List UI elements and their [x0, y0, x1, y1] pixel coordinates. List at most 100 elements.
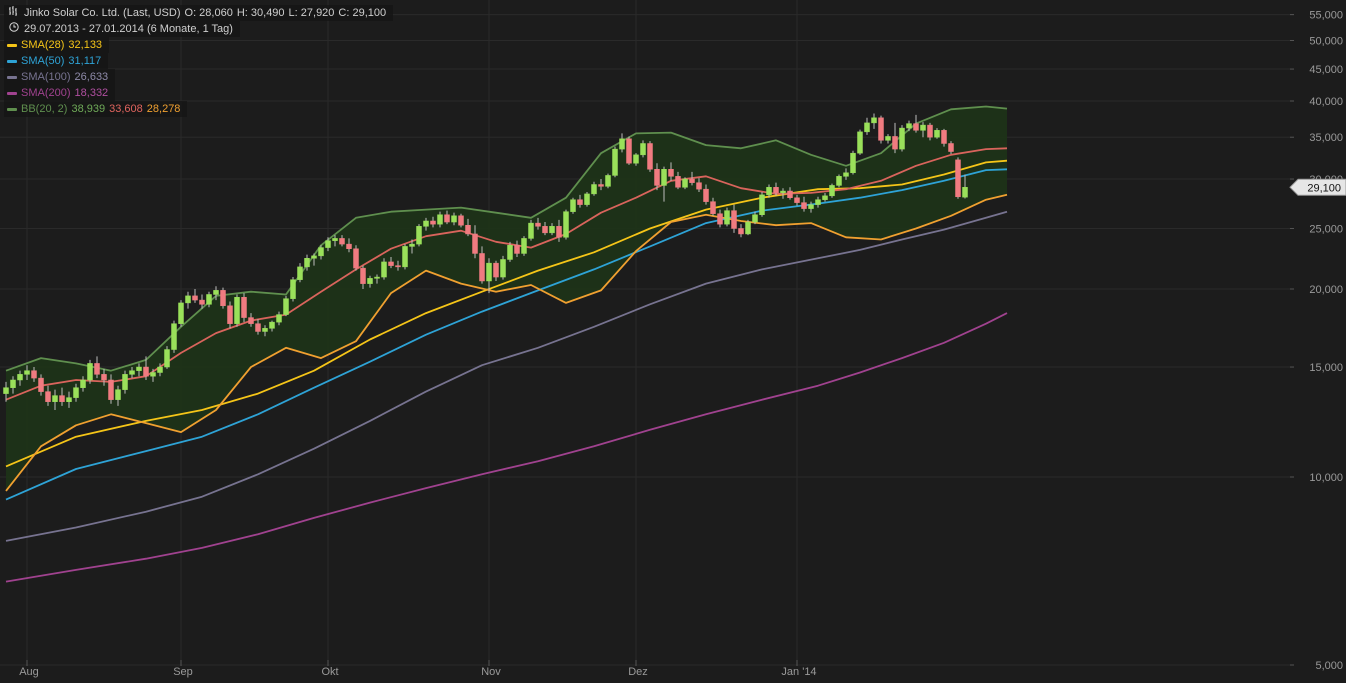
- candle-body-down: [556, 226, 562, 238]
- candle-body-down: [220, 290, 226, 307]
- candle-body-up: [52, 395, 58, 402]
- candle-body-down: [696, 182, 702, 190]
- candle-body-up: [297, 266, 303, 280]
- candle-body-up: [234, 297, 240, 324]
- candlestick: [164, 346, 170, 369]
- candle-body-up: [752, 214, 758, 223]
- legend-value: 26,633: [74, 71, 109, 83]
- candle-body-up: [367, 278, 373, 284]
- candle-body-up: [605, 175, 611, 187]
- legend-value: 18,332: [74, 87, 109, 99]
- candle-body-down: [913, 123, 919, 131]
- candlestick: [829, 183, 835, 198]
- legend-swatch: [7, 91, 17, 95]
- candle-body-up: [549, 226, 555, 234]
- candle-body-down: [941, 130, 947, 144]
- candle-body-up: [871, 117, 877, 124]
- candle-body-down: [731, 210, 737, 229]
- legend-value: 33,608: [109, 103, 143, 115]
- candle-body-up: [24, 370, 30, 375]
- candle-body-down: [668, 169, 674, 177]
- candle-body-down: [948, 143, 954, 152]
- y-tick-label: 25,000: [1309, 223, 1343, 235]
- legend-item[interactable]: SMA(200) 18,332: [4, 85, 116, 101]
- candlestick: [402, 244, 408, 270]
- candle-body-up: [815, 199, 821, 205]
- candle-body-down: [479, 253, 485, 282]
- candle-body-up: [164, 349, 170, 368]
- range-row: 29.07.2013 - 27.01.2014 (6 Monate, 1 Tag…: [4, 21, 240, 37]
- candlestick: [353, 245, 359, 271]
- candlestick: [864, 117, 870, 135]
- candle-body-up: [962, 187, 968, 198]
- candle-body-down: [199, 299, 205, 305]
- candle-body-up: [507, 245, 513, 260]
- candle-body-down: [31, 370, 37, 379]
- candlestick: [87, 359, 93, 384]
- candle-body-up: [521, 238, 527, 254]
- candle-body-up: [808, 204, 814, 209]
- candlestick: [745, 219, 751, 236]
- legend-value: 38,939: [71, 103, 106, 115]
- candle-body-down: [458, 215, 464, 226]
- candle-body-up: [864, 122, 870, 133]
- candle-body-down: [388, 261, 394, 266]
- candlestick: [612, 146, 618, 178]
- bollinger-band-area: [6, 106, 1007, 491]
- candlestick: [913, 114, 919, 133]
- candle-body-up: [885, 136, 891, 141]
- legend-item[interactable]: SMA(50) 31,117: [4, 53, 109, 69]
- open-value: O: 28,060: [184, 7, 233, 19]
- x-tick-label: Jan '14: [781, 666, 816, 678]
- candle-body-up: [724, 210, 730, 225]
- date-range: 29.07.2013 - 27.01.2014 (6 Monate, 1 Tag…: [24, 23, 233, 35]
- y-axis: 55,00050,00045,00040,00035,00030,00025,0…: [1290, 10, 1343, 672]
- x-axis: Aug Sep Okt Nov Dez Jan '14: [19, 660, 817, 678]
- legend-item[interactable]: BB(20, 2) 38,939 33,608 28,278: [4, 101, 188, 117]
- bar-chart-icon: [7, 5, 20, 21]
- legend-item[interactable]: SMA(100) 26,633: [4, 69, 116, 85]
- candle-body-down: [675, 176, 681, 188]
- candle-body-up: [563, 211, 569, 238]
- bollinger-band-fill: [6, 106, 1007, 491]
- candlestick: [584, 191, 590, 207]
- candle-body-up: [640, 143, 646, 156]
- candle-body-up: [213, 290, 219, 295]
- candlestick: [647, 141, 653, 172]
- candle-body-up: [171, 323, 177, 350]
- candlestick: [955, 157, 961, 199]
- candle-body-down: [227, 305, 233, 324]
- legend-value: 28,278: [146, 103, 181, 115]
- candle-body-up: [843, 172, 849, 177]
- candle-body-down: [472, 233, 478, 254]
- candle-body-up: [850, 152, 856, 174]
- candle-body-down: [955, 159, 961, 198]
- candlestick: [241, 293, 247, 323]
- candle-body-down: [703, 188, 709, 202]
- candle-body-up: [619, 138, 625, 150]
- legend-item[interactable]: SMA(28) 32,133: [4, 37, 110, 53]
- candlestick: [738, 224, 744, 238]
- candle-body-down: [717, 213, 723, 225]
- candle-body-up: [325, 240, 331, 248]
- legend-value: 32,133: [68, 39, 103, 51]
- candle-body-down: [346, 243, 352, 249]
- candlestick: [220, 287, 226, 309]
- candle-body-up: [822, 195, 828, 200]
- candle-body-down: [241, 297, 247, 318]
- candlestick: [878, 115, 884, 144]
- candle-body-down: [626, 138, 632, 164]
- candle-body-up: [262, 328, 268, 332]
- last-price-marker: 29,100: [1289, 178, 1346, 196]
- candle-body-down: [248, 317, 254, 324]
- y-tick-label: 15,000: [1309, 362, 1343, 374]
- candle-body-up: [332, 238, 338, 241]
- candle-body-up: [836, 176, 842, 186]
- candle-body-up: [290, 279, 296, 299]
- candle-body-up: [584, 193, 590, 205]
- candle-body-up: [318, 247, 324, 257]
- instrument-title: Jinko Solar Co. Ltd. (Last, USD): [24, 7, 181, 19]
- candle-body-down: [101, 374, 107, 381]
- last-price-label: 29,100: [1307, 182, 1341, 194]
- candle-body-up: [185, 295, 191, 304]
